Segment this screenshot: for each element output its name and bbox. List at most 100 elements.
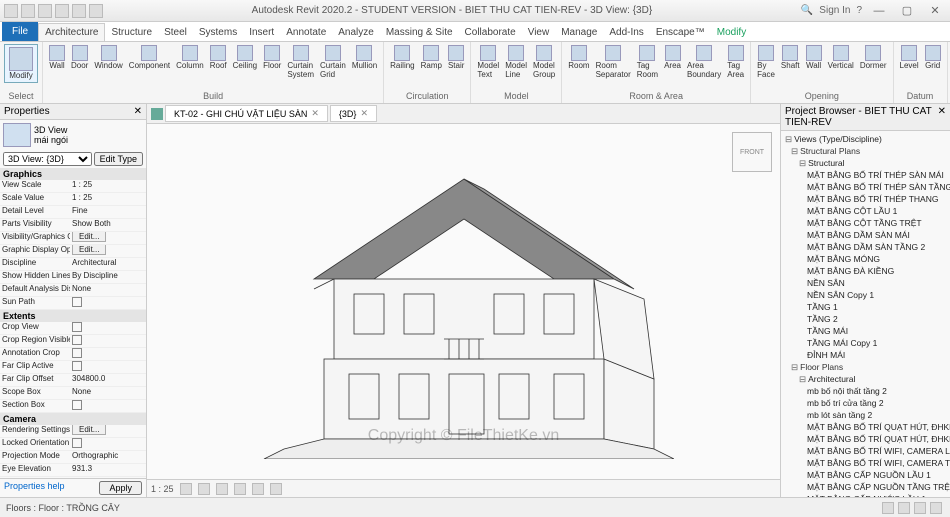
tree-view-item[interactable]: mb lót sàn tầng 2	[783, 409, 948, 421]
canvas-3d-view[interactable]: FRONT	[147, 124, 780, 479]
prop-value[interactable]: 304800.0	[70, 374, 146, 386]
checkbox[interactable]	[72, 348, 82, 358]
tool-area[interactable]: Area	[662, 44, 683, 71]
view-tab[interactable]: {3D}✕	[330, 105, 377, 122]
tool-railing[interactable]: Railing	[388, 44, 416, 71]
close-tab-icon[interactable]: ✕	[360, 108, 368, 119]
prop-row[interactable]: Graphic Display OptionsEdit...	[0, 245, 146, 258]
tree-view-item[interactable]: NỀN SÂN Copy 1	[783, 289, 948, 301]
checkbox[interactable]	[72, 361, 82, 371]
tool-ramp[interactable]: Ramp	[419, 44, 444, 71]
ribbon-tab-enscape-[interactable]: Enscape™	[650, 24, 711, 41]
prop-row[interactable]: Crop View	[0, 322, 146, 335]
ribbon-tab-add-ins[interactable]: Add-Ins	[603, 24, 649, 41]
prop-value[interactable]: 1 : 25	[70, 180, 146, 192]
drag-icon[interactable]	[930, 502, 942, 514]
checkbox[interactable]	[72, 297, 82, 307]
worksets-icon[interactable]	[882, 502, 894, 514]
tool-model-group[interactable]: Model Group	[531, 44, 557, 80]
tree-view-item[interactable]: TẦNG MÁI	[783, 325, 948, 337]
tree-view-item[interactable]: TẦNG 2	[783, 313, 948, 325]
tree-view-item[interactable]: ĐỈNH MÁI	[783, 349, 948, 361]
prop-row[interactable]: Far Clip Offset304800.0	[0, 374, 146, 387]
visual-style-icon[interactable]	[198, 483, 210, 495]
shadows-icon[interactable]	[234, 483, 246, 495]
prop-value[interactable]	[70, 335, 146, 347]
help-icon[interactable]: ?	[856, 5, 862, 16]
tool-stair[interactable]: Stair	[446, 44, 466, 71]
close-button[interactable]: ✕	[924, 3, 946, 19]
view-cube[interactable]: FRONT	[732, 132, 772, 172]
tool-roof[interactable]: Roof	[208, 44, 229, 71]
prop-row[interactable]: Show Hidden LinesBy Discipline	[0, 271, 146, 284]
tree-view-item[interactable]: TẦNG MÁI Copy 1	[783, 337, 948, 349]
ribbon-tab-steel[interactable]: Steel	[158, 24, 193, 41]
tool-area-boundary[interactable]: Area Boundary	[685, 44, 723, 80]
ribbon-tab-structure[interactable]: Structure	[105, 24, 158, 41]
tool-wall[interactable]: Wall	[804, 44, 824, 71]
tool-wall[interactable]: Wall	[47, 44, 67, 71]
prop-row[interactable]: Far Clip Active	[0, 361, 146, 374]
tree-view-item[interactable]: MẶT BẰNG BỐ TRÍ THÉP THANG	[783, 193, 948, 205]
prop-row[interactable]: Projection ModeOrthographic	[0, 451, 146, 464]
prop-value[interactable]: Edit...	[70, 245, 146, 257]
tree-view-item[interactable]: MẶT BẰNG BỐ TRÍ QUẠT HÚT, ĐHKK LẦU 1	[783, 421, 948, 433]
prop-value[interactable]: None	[70, 284, 146, 296]
prop-value[interactable]	[70, 400, 146, 412]
edit-button[interactable]: Edit...	[72, 425, 106, 435]
properties-help-link[interactable]: Properties help	[4, 481, 65, 495]
prop-value[interactable]	[70, 348, 146, 360]
prop-category[interactable]: Graphics	[0, 168, 146, 180]
sun-path-icon[interactable]	[216, 483, 228, 495]
edit-button[interactable]: Edit...	[72, 245, 106, 255]
tree-view-item[interactable]: MẶT BẰNG BỐ TRÍ THÉP SÀN MÁI	[783, 169, 948, 181]
ribbon-tab-annotate[interactable]: Annotate	[280, 24, 332, 41]
tree-view-item[interactable]: MẶT BẰNG CỘT TẦNG TRỆT	[783, 217, 948, 229]
edit-type-button[interactable]: Edit Type	[94, 152, 143, 166]
tool-model-text[interactable]: Model Text	[475, 44, 501, 80]
ribbon-tab-massing-site[interactable]: Massing & Site	[380, 24, 459, 41]
prop-value[interactable]: Edit...	[70, 232, 146, 244]
prop-row[interactable]: View Scale1 : 25	[0, 180, 146, 193]
ribbon-tab-insert[interactable]: Insert	[243, 24, 280, 41]
qat-save-icon[interactable]	[38, 4, 52, 18]
tool-vertical[interactable]: Vertical	[826, 44, 856, 71]
prop-value[interactable]: 1 : 25	[70, 193, 146, 205]
edit-button[interactable]: Edit...	[72, 232, 106, 242]
tool-component[interactable]: Component	[127, 44, 172, 71]
tree-view-item[interactable]: MẶT BẰNG CỘT LẦU 1	[783, 205, 948, 217]
tree-subcategory[interactable]: ⊟Architectural	[783, 373, 948, 385]
prop-category[interactable]: Extents	[0, 310, 146, 322]
prop-category[interactable]: Camera	[0, 413, 146, 425]
prop-value[interactable]: By Discipline	[70, 271, 146, 283]
prop-value[interactable]: Show Both	[70, 219, 146, 231]
checkbox[interactable]	[72, 438, 82, 448]
prop-row[interactable]: Rendering SettingsEdit...	[0, 425, 146, 438]
prop-value[interactable]	[70, 438, 146, 450]
tool-curtain-grid[interactable]: Curtain Grid	[318, 44, 348, 80]
view-tab[interactable]: KT-02 - GHI CHÚ VẬT LIỆU SÀN✕	[165, 105, 328, 122]
prop-row[interactable]: Annotation Crop	[0, 348, 146, 361]
selection-filter-icon[interactable]	[914, 502, 926, 514]
detail-level-icon[interactable]	[180, 483, 192, 495]
sign-in-link[interactable]: Sign In	[819, 5, 850, 16]
prop-row[interactable]: Crop Region Visible	[0, 335, 146, 348]
qat-revit-icon[interactable]	[4, 4, 18, 18]
prop-row[interactable]: Parts VisibilityShow Both	[0, 219, 146, 232]
prop-value[interactable]: Fine	[70, 206, 146, 218]
qat-undo-icon[interactable]	[55, 4, 69, 18]
ribbon-tab-view[interactable]: View	[522, 24, 556, 41]
prop-value[interactable]: Edit...	[70, 425, 146, 437]
tool-curtain-system[interactable]: Curtain System	[285, 44, 316, 80]
checkbox[interactable]	[72, 335, 82, 345]
prop-row[interactable]: Sun Path	[0, 297, 146, 310]
ribbon-tab-modify[interactable]: Modify	[711, 24, 752, 41]
prop-row[interactable]: Scope BoxNone	[0, 387, 146, 400]
prop-row[interactable]: Detail LevelFine	[0, 206, 146, 219]
apply-button[interactable]: Apply	[99, 481, 142, 495]
tool-ceiling[interactable]: Ceiling	[231, 44, 259, 71]
tree-view-item[interactable]: MẶT BẰNG CẤP NGUỒN LẦU 1	[783, 469, 948, 481]
prop-row[interactable]: Section Box	[0, 400, 146, 413]
tree-view-item[interactable]: MẶT BẰNG BỐ TRÍ WIFI, CAMERA TẦNG TRỆT	[783, 457, 948, 469]
tree-view-item[interactable]: TẦNG 1	[783, 301, 948, 313]
